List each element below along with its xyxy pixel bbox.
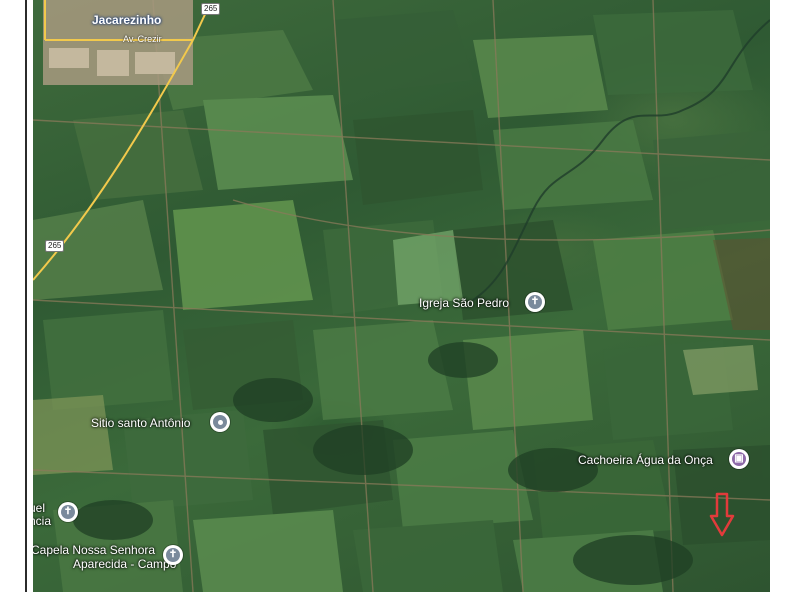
- map-frame: Jacarezinho Av. Crezir 265 265 Igreja Sã…: [25, 0, 770, 592]
- place-label-capela-line1[interactable]: Capela Nossa Senhora: [33, 543, 155, 557]
- place-label-partial-line1[interactable]: uel: [33, 501, 45, 515]
- church-icon[interactable]: ✝: [58, 502, 78, 522]
- place-label-capela-line2[interactable]: Aparecida - Campo: [73, 557, 176, 571]
- city-label[interactable]: Jacarezinho: [92, 13, 161, 27]
- place-icon[interactable]: [210, 412, 230, 432]
- place-label-partial-line2[interactable]: ncia: [33, 514, 51, 528]
- satellite-terrain: [33, 0, 770, 592]
- red-down-arrow-icon: [709, 492, 735, 537]
- place-label-igreja-sao-pedro[interactable]: Igreja São Pedro: [419, 296, 509, 310]
- church-icon[interactable]: ✝: [525, 292, 545, 312]
- road-shield-north: 265: [201, 3, 221, 15]
- photo-icon[interactable]: ▣: [729, 449, 749, 469]
- place-label-cachoeira-agua-da-onca[interactable]: Cachoeira Água da Onça: [578, 453, 713, 467]
- place-label-sitio-santo-antonio[interactable]: Sitio santo Antônio: [91, 416, 190, 430]
- road-shield-west: 265: [45, 240, 65, 252]
- church-icon[interactable]: ✝: [163, 545, 183, 565]
- street-label: Av. Crezir: [123, 34, 162, 44]
- satellite-map[interactable]: Jacarezinho Av. Crezir 265 265 Igreja Sã…: [33, 0, 770, 592]
